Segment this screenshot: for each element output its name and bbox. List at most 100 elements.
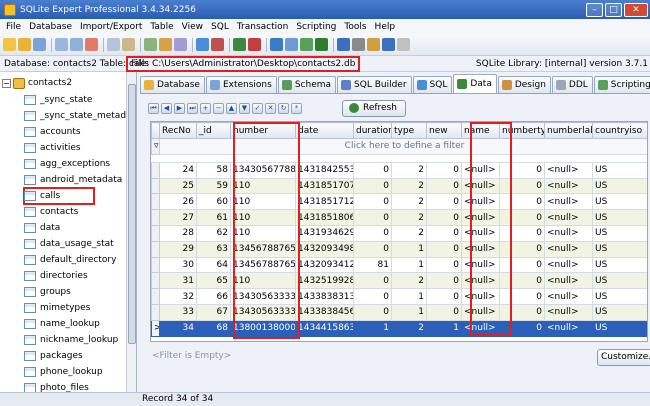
menu-file[interactable]: File	[2, 22, 25, 32]
cell-countryiso[interactable]: US	[592, 209, 647, 226]
cell-date[interactable]: 1432093498004	[295, 240, 354, 258]
cell-numberlabel[interactable]: <null>	[544, 193, 593, 211]
tree-table-sync-state[interactable]: _sync_state	[24, 92, 136, 108]
cell-type[interactable]: 1	[391, 240, 427, 258]
post-icon[interactable]: ✓	[252, 102, 263, 114]
cell-duration[interactable]: 0	[353, 161, 392, 179]
row-indicator[interactable]	[151, 193, 160, 211]
cell-new[interactable]: 1	[426, 319, 462, 337]
cell-numberlabel[interactable]: <null>	[544, 240, 593, 258]
cell-number[interactable]: 110	[230, 209, 296, 226]
cell-id[interactable]: 65	[196, 272, 231, 290]
tree-table-data[interactable]: data	[24, 220, 136, 236]
open-database-icon[interactable]	[18, 38, 31, 51]
cell-id[interactable]: 58	[196, 161, 231, 179]
filter-row[interactable]: Click here to define a filter	[159, 138, 647, 155]
column-header-number[interactable]: number	[230, 122, 296, 139]
stop-icon[interactable]	[211, 38, 224, 51]
cell-numberlabel[interactable]: <null>	[544, 319, 593, 337]
cell-recno[interactable]: 24	[159, 161, 197, 179]
cell-type[interactable]: 2	[391, 209, 427, 226]
row-indicator[interactable]	[151, 256, 160, 274]
table-row[interactable]: 26601101431851712617020<null>0<null>US	[151, 193, 647, 211]
cell-recno[interactable]: 31	[159, 272, 197, 290]
column-header-id[interactable]: _id	[196, 122, 231, 139]
menu-sql[interactable]: SQL	[207, 22, 233, 32]
customize-button[interactable]: Customize...	[597, 349, 650, 366]
cell-duration[interactable]: 0	[353, 272, 392, 290]
column-header-new[interactable]: new	[426, 122, 462, 139]
tab-database[interactable]: Database	[140, 76, 205, 93]
tab-sql[interactable]: SQL	[412, 76, 453, 93]
cell-recno[interactable]: 34	[159, 319, 197, 337]
cell-type[interactable]: 2	[391, 224, 427, 242]
menu-tools[interactable]: Tools	[340, 22, 370, 32]
row-indicator[interactable]	[151, 240, 160, 258]
cell-date[interactable]: 1431851806439	[295, 209, 354, 226]
rollback-icon[interactable]	[248, 38, 261, 51]
cell-numberlabel[interactable]: <null>	[544, 177, 593, 195]
cell-new[interactable]: 0	[426, 240, 462, 258]
cell-id[interactable]: 67	[196, 303, 231, 321]
filter-icon[interactable]: ▿	[151, 138, 160, 155]
cell-countryiso[interactable]: US	[592, 288, 647, 305]
commit-icon[interactable]	[233, 38, 246, 51]
cell-duration[interactable]: 0	[353, 193, 392, 211]
tab-ddl[interactable]: DDL	[551, 76, 593, 93]
cell-duration[interactable]: 0	[353, 224, 392, 242]
cell-countryiso[interactable]: US	[592, 177, 647, 195]
cell-countryiso[interactable]: US	[592, 272, 647, 290]
tree-table-phone-lookup[interactable]: phone_lookup	[24, 364, 136, 380]
cell-type[interactable]: 2	[391, 319, 427, 337]
column-header-duration[interactable]: duration	[353, 122, 392, 139]
cell-new[interactable]: 0	[426, 224, 462, 242]
cell-date[interactable]: 1431934629921	[295, 224, 354, 242]
cell-numbertype[interactable]: 0	[499, 240, 545, 258]
menu-scripting[interactable]: Scripting	[292, 22, 340, 32]
column-header-type[interactable]: type	[391, 122, 427, 139]
cell-new[interactable]: 0	[426, 288, 462, 305]
cell-countryiso[interactable]: US	[592, 224, 647, 242]
refresh-data-icon[interactable]: ↻	[278, 102, 289, 114]
cell-number[interactable]: 110	[230, 224, 296, 242]
column-header-numberlabel[interactable]: numberlabel	[544, 122, 593, 139]
tree-table-photo-files[interactable]: photo_files	[24, 380, 136, 392]
row-indicator[interactable]	[151, 288, 160, 305]
cell-numbertype[interactable]: 0	[499, 224, 545, 242]
attach-icon[interactable]	[33, 38, 46, 51]
tree-table-default-directory[interactable]: default_directory	[24, 252, 136, 268]
tree-scrollbar-thumb[interactable]	[128, 84, 136, 344]
about-icon[interactable]	[397, 38, 410, 51]
cell-recno[interactable]: 27	[159, 209, 197, 226]
tab-extensions[interactable]: Extensions	[205, 76, 277, 93]
tree-table-agg-exceptions[interactable]: agg_exceptions	[24, 156, 136, 172]
cell-number[interactable]: 110	[230, 177, 296, 195]
cell-new[interactable]: 0	[426, 161, 462, 179]
cell-number[interactable]: 13430563333	[230, 288, 296, 305]
cell-numberlabel[interactable]: <null>	[544, 303, 593, 321]
cell-new[interactable]: 0	[426, 256, 462, 274]
cell-name[interactable]: <null>	[461, 303, 500, 321]
help-icon[interactable]	[382, 38, 395, 51]
cell-type[interactable]: 2	[391, 161, 427, 179]
row-indicator[interactable]	[151, 209, 160, 226]
tree-table-data-usage-stat[interactable]: data_usage_stat	[24, 236, 136, 252]
cell-duration[interactable]: 1	[353, 319, 392, 337]
vacuum-icon[interactable]	[285, 38, 298, 51]
cell-countryiso[interactable]: US	[592, 240, 647, 258]
column-header-countryiso[interactable]: countryiso	[592, 122, 647, 139]
cell-number[interactable]: 13456788765	[230, 256, 296, 274]
cell-new[interactable]: 0	[426, 272, 462, 290]
cell-number[interactable]: 110	[230, 193, 296, 211]
cell-numbertype[interactable]: 0	[499, 303, 545, 321]
column-header-date[interactable]: date	[295, 122, 354, 139]
cell-recno[interactable]: 29	[159, 240, 197, 258]
cell-numberlabel[interactable]: <null>	[544, 209, 593, 226]
row-indicator[interactable]	[151, 272, 160, 290]
cell-recno[interactable]: 30	[159, 256, 197, 274]
cell-duration[interactable]: 81	[353, 256, 392, 274]
cell-countryiso[interactable]: US	[592, 161, 647, 179]
tree-table-groups[interactable]: groups	[24, 284, 136, 300]
tree-table-directories[interactable]: directories	[24, 268, 136, 284]
cell-id[interactable]: 61	[196, 209, 231, 226]
